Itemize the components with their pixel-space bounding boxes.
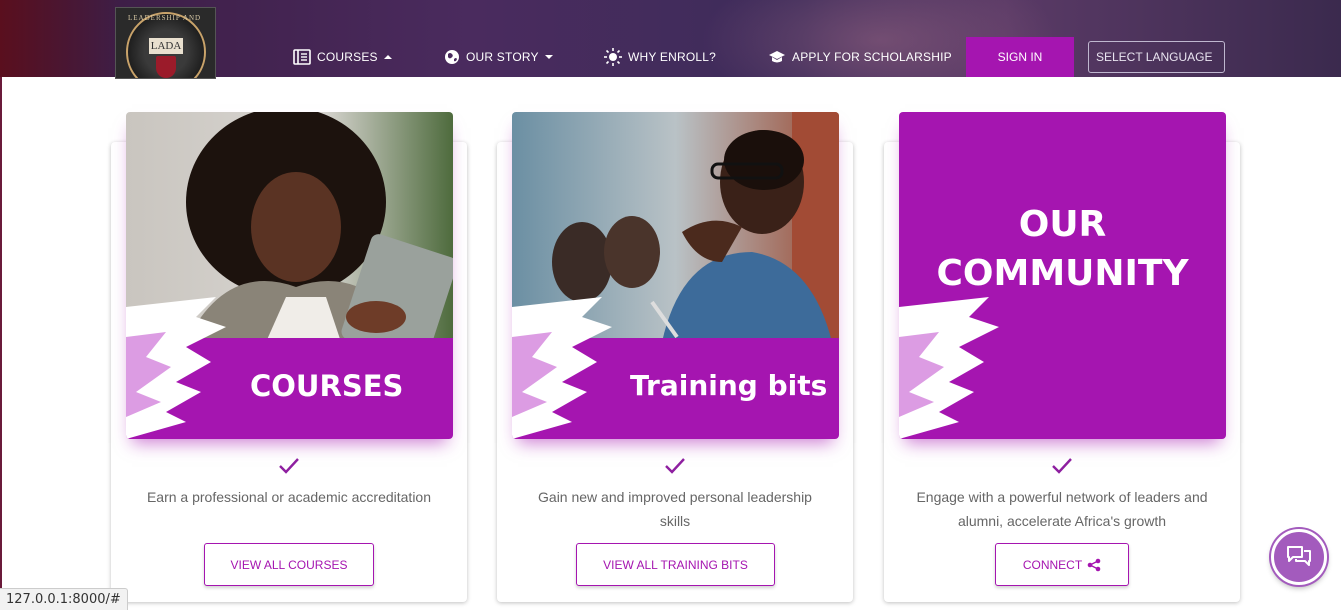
- chat-button[interactable]: [1271, 529, 1327, 585]
- logo-arc-text: LEADERSHIP AND: [128, 14, 202, 22]
- nav-why-enroll-label: WHY ENROLL?: [628, 50, 717, 64]
- training-bits-card-image[interactable]: Training bits: [512, 112, 839, 439]
- check-icon: [279, 458, 299, 474]
- training-bits-desc-line-1: Gain new and improved personal leadershi…: [538, 489, 812, 505]
- share-icon: [1087, 558, 1101, 571]
- nav-courses-label: COURSES: [317, 50, 378, 64]
- sign-in-button[interactable]: SIGN IN: [966, 37, 1074, 77]
- check-icon: [665, 458, 685, 474]
- header-background-left: [0, 0, 120, 77]
- nav-why-enroll[interactable]: WHY ENROLL?: [604, 45, 716, 69]
- brush-stroke-decoration: [512, 297, 612, 439]
- connect-label: CONNECT: [1022, 557, 1083, 572]
- courses-card-image[interactable]: COURSES: [126, 112, 453, 439]
- training-bits-card-title: Training bits: [630, 369, 828, 402]
- globe-icon: [444, 49, 460, 65]
- community-desc-line-1: Engage with a powerful network of leader…: [916, 489, 1208, 505]
- community-card-description: Engage with a powerful network of leader…: [884, 485, 1240, 533]
- community-title-line-1: OUR: [1018, 204, 1107, 245]
- graduation-cap-icon: [768, 50, 786, 64]
- academy-logo[interactable]: LEADERSHIP AND LADA: [115, 7, 216, 79]
- nav-our-story[interactable]: OUR STORY: [444, 45, 553, 69]
- community-title-line-2: COMMUNITY: [936, 253, 1189, 294]
- view-all-courses-label: VIEW ALL COURSES: [230, 557, 348, 572]
- community-card-title: OUR COMMUNITY: [899, 200, 1226, 298]
- nav-apply-label: APPLY FOR SCHOLARSHIP: [792, 50, 952, 64]
- connect-button[interactable]: CONNECT: [995, 543, 1129, 586]
- nav-courses[interactable]: COURSES: [293, 45, 392, 69]
- check-icon: [1052, 458, 1072, 474]
- brush-stroke-decoration: [899, 297, 999, 439]
- brush-stroke-decoration: [126, 297, 226, 439]
- view-all-courses-button[interactable]: VIEW ALL COURSES: [204, 543, 374, 586]
- view-all-training-bits-button[interactable]: VIEW ALL TRAINING BITS: [576, 543, 775, 586]
- book-icon: [293, 49, 311, 65]
- status-url: 127.0.0.1:8000/#: [0, 588, 128, 610]
- shield-icon: [156, 56, 176, 78]
- chat-icon: [1287, 546, 1311, 566]
- courses-desc-line: Earn a professional or academic accredit…: [146, 489, 432, 505]
- caret-up-icon: [383, 55, 392, 59]
- logo-text: LADA: [149, 38, 183, 54]
- nav-apply-scholarship[interactable]: APPLY FOR SCHOLARSHIP: [768, 45, 952, 69]
- view-all-training-bits-label: VIEW ALL TRAINING BITS: [603, 557, 748, 572]
- training-bits-card-description: Gain new and improved personal leadershi…: [497, 485, 853, 533]
- sun-icon: [604, 48, 622, 66]
- caret-down-icon: [544, 55, 553, 59]
- courses-card-title: COURSES: [250, 369, 404, 403]
- courses-card-description: Earn a professional or academic accredit…: [111, 485, 467, 509]
- nav-our-story-label: OUR STORY: [466, 50, 539, 64]
- language-select[interactable]: SELECT LANGUAGE: [1088, 41, 1225, 73]
- training-bits-desc-line-2: skills: [659, 513, 691, 529]
- community-desc-line-2: alumni, accelerate Africa's growth: [957, 513, 1167, 529]
- community-card-image[interactable]: OUR COMMUNITY: [899, 112, 1226, 439]
- page-left-edge: [0, 77, 2, 610]
